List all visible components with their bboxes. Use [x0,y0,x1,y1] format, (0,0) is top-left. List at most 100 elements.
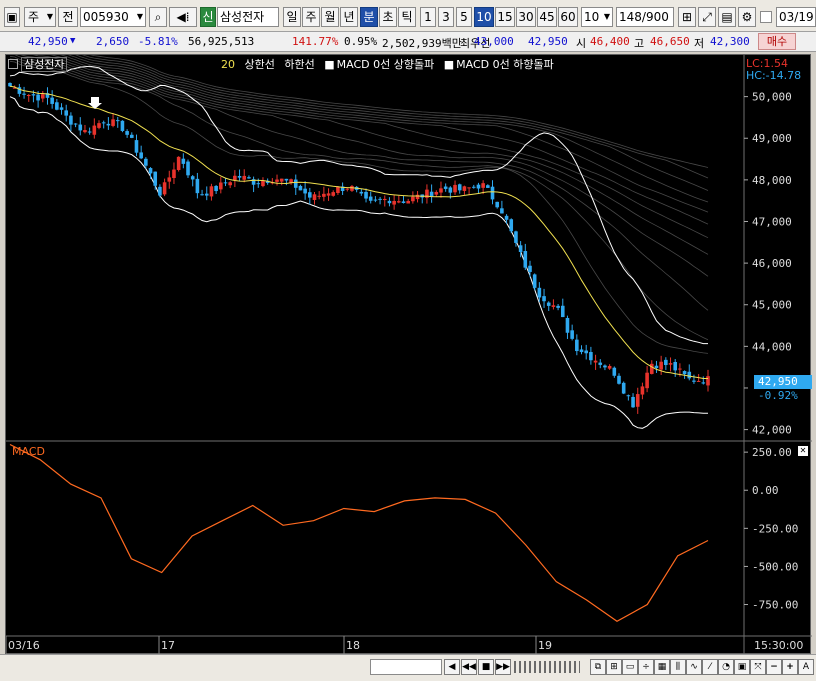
close-icon[interactable]: ✕ [798,446,808,456]
tab-year[interactable]: 년 [340,7,358,27]
candle-icon[interactable]: ⫼ [670,659,686,675]
stock-code-input[interactable]: 005930 ▼ [80,7,146,27]
zoom-slider[interactable] [514,661,580,673]
interval-3[interactable]: 3 [438,7,454,27]
interval-15[interactable]: 15 [495,7,515,27]
date-field[interactable]: 03/19 [776,7,816,27]
candle-body [228,182,232,186]
grid-icon[interactable]: ⊞ [678,7,696,27]
interval-60[interactable]: 60 [558,7,578,27]
interval-10[interactable]: 10 [474,7,494,27]
stop-icon[interactable]: ■ [478,659,494,675]
calculator-icon[interactable]: ▣ [734,659,750,675]
scroll-track[interactable] [370,659,442,675]
gear-icon[interactable]: ⚙ [738,7,756,27]
tab-second[interactable]: 초 [379,7,397,27]
candle-body [176,156,181,170]
candle-body [612,367,617,376]
interval-1[interactable]: 1 [420,7,436,27]
candle-body [284,178,289,181]
legend-macd-up: MACD 0선 상향돌파 [336,58,435,71]
zoom-icon[interactable]: ⤢ [698,7,716,27]
candle-body [308,192,312,198]
interval-30[interactable]: 30 [516,7,536,27]
zoom-in-icon[interactable]: + [782,659,798,675]
tab-day[interactable]: 일 [283,7,301,27]
date-checkbox[interactable] [760,11,772,23]
compare-icon[interactable]: ⊞ [606,659,622,675]
candle-body [518,245,523,252]
high-price: 46,650 [650,35,690,48]
candle-body [382,198,387,201]
legend-stock[interactable]: 삼성전자 [21,57,68,72]
candle-body [649,363,654,374]
change-value: 2,650 [96,35,130,48]
candle-body [556,305,560,308]
count-field[interactable]: 148/900 [616,7,674,27]
candle-body [125,131,129,135]
scroll-left-icon[interactable]: ◀ [444,659,460,675]
interval-45[interactable]: 45 [537,7,557,27]
candle-body [322,193,326,197]
candle-body [359,191,364,194]
trend-icon[interactable]: ∿ [686,659,702,675]
tab-tick[interactable]: 틱 [398,7,416,27]
tab-minute[interactable]: 분 [360,7,378,27]
candle-body [645,372,649,389]
candle-body [190,176,195,180]
time-label: 15:30:00 [754,639,803,652]
font-size-icon[interactable]: A [798,659,814,675]
candle-body [186,161,190,176]
candle-body [247,177,251,179]
candle-body [579,349,584,353]
window-icon[interactable]: ▣ [4,7,20,27]
volume-ratio: 141.77% [292,35,339,48]
fit-icon[interactable]: ⤧ [750,659,766,675]
buy-button[interactable]: 매수 [758,33,796,50]
candle-body [392,200,396,205]
chart-canvas[interactable]: 50,000 49,000 48,000 47,000 46,000 45,000 44,0… [6,55,812,655]
macd-tick-label: 0.00 [752,484,779,497]
stock-name-field[interactable]: 삼성전자 [217,7,279,27]
save-icon[interactable]: ▤ [718,7,736,27]
chart-type-icon[interactable]: ⧉ [590,659,606,675]
bar-icon[interactable]: ▦ [654,659,670,675]
candle-body [129,134,134,138]
candle-body [97,123,101,128]
candle-body [570,330,574,339]
chart-area[interactable]: 50,000 49,000 48,000 47,000 46,000 45,000 44,0… [5,54,812,655]
box-icon[interactable]: ▭ [622,659,638,675]
candle-body [603,365,607,368]
hc-label: HC:-14.78 [746,69,802,82]
line-icon[interactable]: ⁄ [702,659,718,675]
trade-amount: 2,502,939백만 [382,37,462,50]
candle-body [237,176,242,178]
candle-body [373,199,378,201]
sound-icon[interactable]: ◀⁞ [169,7,197,27]
candle-body [565,317,570,333]
interval-5[interactable]: 5 [456,7,472,27]
divide-icon[interactable]: ÷ [638,659,654,675]
candle-body [293,179,298,188]
period-select[interactable]: 주 ▼ [24,7,56,27]
candle-body [317,195,321,197]
fast-forward-icon[interactable]: ▶▶ [495,659,511,675]
chevron-down-icon: ▼ [603,12,610,21]
candle-body [387,200,392,204]
candle-body [120,120,125,131]
zoom-out-icon[interactable]: − [766,659,782,675]
search-icon[interactable]: ⌕ [149,7,167,27]
interval-select[interactable]: 10 ▼ [581,7,613,27]
candle-body [167,177,172,182]
candle-body [453,184,457,193]
fast-back-icon[interactable]: ◀◀ [461,659,477,675]
candle-body [69,115,73,125]
tab-month[interactable]: 월 [321,7,339,27]
prev-button[interactable]: 전 [58,7,78,27]
candle-body [64,110,69,116]
candle-body [439,188,443,193]
candle-body [504,215,509,220]
tab-week[interactable]: 주 [302,7,320,27]
candle-body [22,93,26,95]
pie-icon[interactable]: ◔ [718,659,734,675]
